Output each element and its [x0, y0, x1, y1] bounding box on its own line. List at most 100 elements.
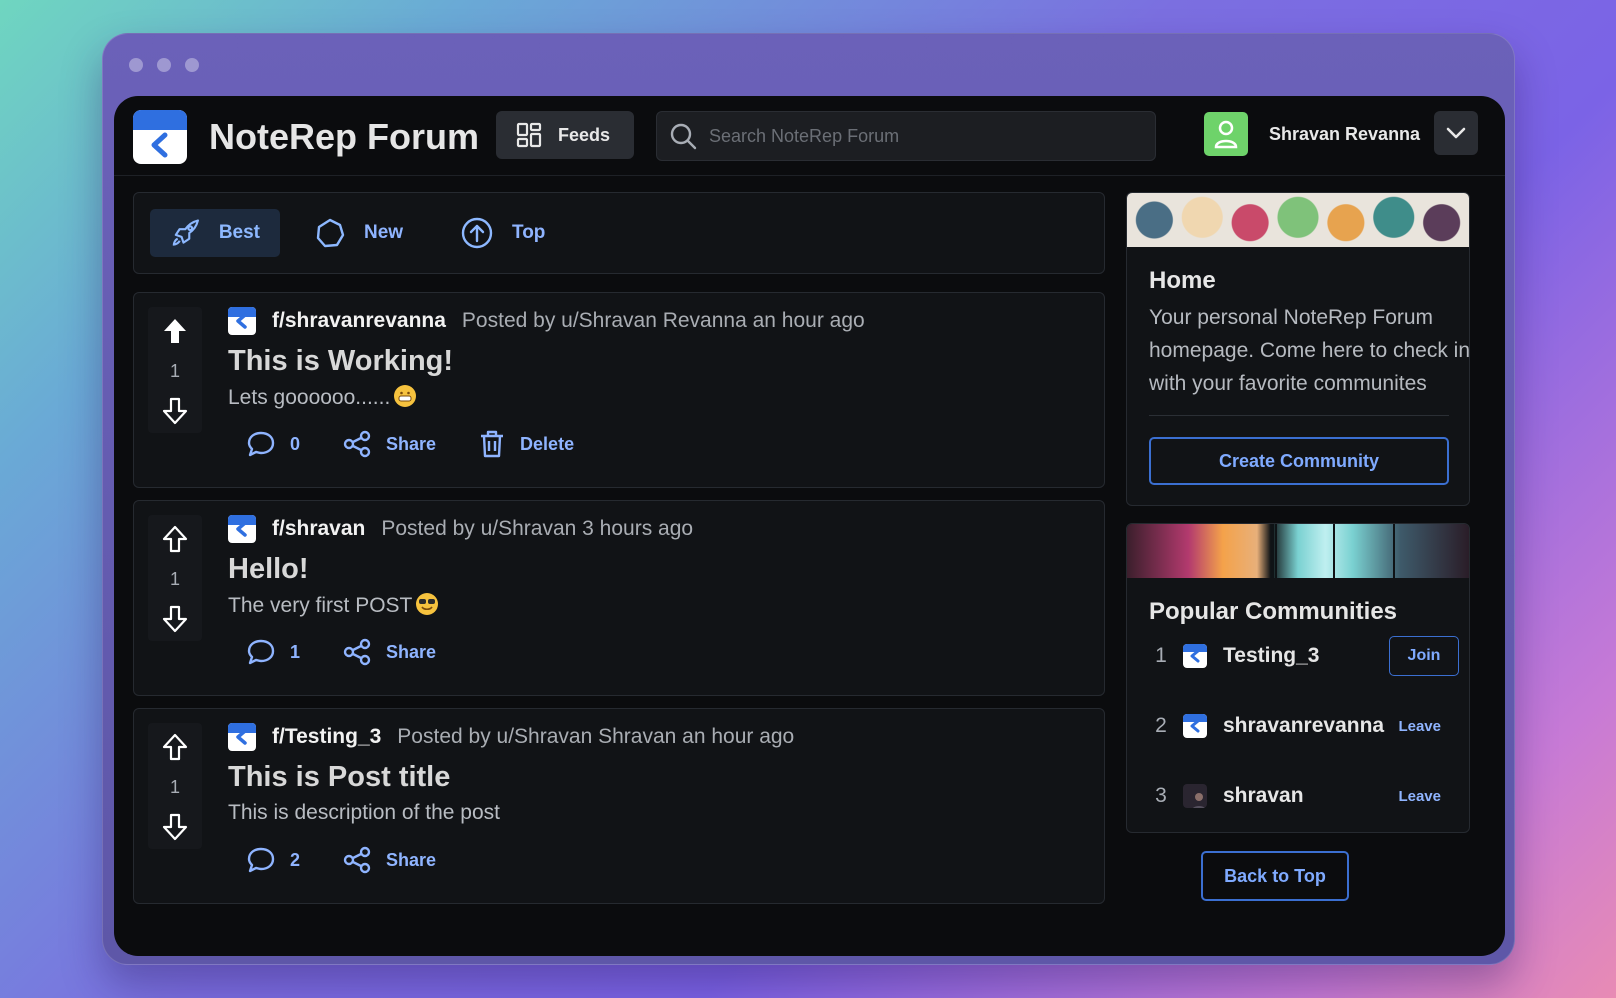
community-name[interactable]: shravanrevanna [1223, 714, 1398, 738]
leave-button[interactable]: Leave [1398, 718, 1441, 735]
feeds-button[interactable]: Feeds [496, 111, 634, 159]
post-card[interactable]: 1 f/shravanrevanna Posted by u/Shravan R… [133, 292, 1105, 488]
post-title[interactable]: Hello! [228, 553, 309, 586]
share-button[interactable]: Share [342, 637, 436, 667]
post-actions: 2 Share [246, 845, 436, 875]
grid-icon [516, 122, 542, 148]
community-name[interactable]: shravan [1223, 784, 1398, 808]
post-body-text: Lets goooooo...... [228, 386, 391, 409]
user-menu-dropdown[interactable] [1434, 111, 1478, 155]
community-link[interactable]: f/shravanrevanna [272, 309, 446, 333]
upvote-filled-icon[interactable] [162, 317, 188, 345]
share-button[interactable]: Share [342, 845, 436, 875]
vote-column: 1 [148, 307, 202, 433]
vote-column: 1 [148, 723, 202, 849]
sort-bar: Best New Top [133, 192, 1105, 274]
comment-icon [247, 639, 275, 665]
community-logo [1183, 644, 1207, 668]
upvote-icon[interactable] [162, 733, 188, 761]
window-controls [129, 58, 199, 72]
search-input[interactable] [709, 125, 1129, 147]
grinning-emoji-icon [394, 385, 417, 407]
arrow-up-circle-icon [461, 217, 493, 249]
post-card[interactable]: 1 f/shravan Posted by u/Shravan 3 hours … [133, 500, 1105, 696]
comment-count: 1 [290, 641, 301, 662]
share-icon [343, 846, 371, 874]
sort-best-label: Best [218, 222, 260, 243]
share-label: Share [386, 433, 437, 454]
comment-icon [247, 431, 275, 457]
share-label: Share [386, 641, 437, 662]
community-name[interactable]: Testing_3 [1223, 644, 1389, 668]
chevron-down-icon [1446, 127, 1466, 139]
comments-button[interactable]: 0 [246, 430, 300, 458]
downvote-icon[interactable] [162, 605, 188, 633]
downvote-icon[interactable] [162, 397, 188, 425]
window-dot[interactable] [157, 58, 171, 72]
community-rank: 1 [1155, 644, 1167, 667]
join-button[interactable]: Join [1389, 636, 1459, 676]
home-title: Home [1149, 267, 1216, 294]
post-body: This is description of the post [228, 801, 500, 824]
user-icon [1214, 120, 1238, 149]
brand-title[interactable]: NoteRep Forum [209, 116, 479, 158]
sort-new-tab[interactable]: New [294, 209, 423, 257]
share-icon [343, 430, 371, 458]
comment-count: 2 [290, 849, 301, 870]
post-actions: 0 Share Delete [246, 429, 574, 459]
vote-column: 1 [148, 515, 202, 641]
post-body: Lets goooooo...... [228, 385, 417, 410]
community-row: 1 Testing_3 Join [1149, 636, 1459, 676]
feeds-label: Feeds [558, 124, 611, 145]
downvote-icon[interactable] [162, 813, 188, 841]
sort-best-tab[interactable]: Best [150, 209, 280, 257]
posted-by: Posted by u/Shravan Revanna an hour ago [461, 309, 865, 332]
username-label[interactable]: Shravan Revanna [1269, 124, 1420, 145]
community-logo [228, 307, 256, 335]
top-header: NoteRep Forum Feeds Shravan Revann [114, 96, 1505, 176]
post-meta: f/shravanrevanna Posted by u/Shravan Rev… [228, 307, 865, 335]
post-body-text: The very first POST [228, 594, 413, 617]
community-row: 2 shravanrevanna Leave [1149, 706, 1459, 746]
upvote-icon[interactable] [162, 525, 188, 553]
leave-button[interactable]: Leave [1398, 788, 1441, 805]
home-description: Your personal NoteRep Forum homepage. Co… [1149, 306, 1470, 395]
community-avatar [1183, 784, 1207, 808]
window-dot[interactable] [185, 58, 199, 72]
sunglasses-emoji-icon [416, 593, 439, 615]
create-community-button[interactable]: Create Community [1149, 437, 1449, 485]
post-meta: f/shravan Posted by u/Shravan 3 hours ag… [228, 515, 693, 543]
noterep-logo[interactable] [133, 110, 187, 164]
divider [1149, 415, 1449, 416]
share-icon [343, 638, 371, 666]
rocket-icon [172, 219, 199, 246]
search-icon [670, 123, 697, 150]
post-title[interactable]: This is Working! [228, 345, 453, 378]
home-banner-image [1127, 193, 1469, 247]
community-logo [1183, 714, 1207, 738]
community-rank: 2 [1155, 714, 1167, 737]
back-to-top-button[interactable]: Back to Top [1201, 851, 1349, 901]
vote-count: 1 [169, 360, 180, 381]
post-card[interactable]: 1 f/Testing_3 Posted by u/Shravan Shrava… [133, 708, 1105, 904]
delete-button[interactable]: Delete [478, 429, 574, 459]
community-rank: 3 [1155, 784, 1167, 807]
community-link[interactable]: f/Testing_3 [272, 725, 381, 749]
post-body: The very first POST [228, 593, 439, 618]
posted-by: Posted by u/Shravan Shravan an hour ago [397, 725, 795, 748]
community-link[interactable]: f/shravan [272, 517, 365, 541]
comments-button[interactable]: 1 [246, 638, 300, 666]
window-dot[interactable] [129, 58, 143, 72]
posted-by: Posted by u/Shravan 3 hours ago [381, 517, 694, 540]
comments-button[interactable]: 2 [246, 846, 300, 874]
sort-top-tab[interactable]: Top [440, 209, 565, 257]
post-title[interactable]: This is Post title [228, 761, 450, 794]
home-card: Home Your personal NoteRep Forum homepag… [1126, 192, 1470, 506]
sort-new-label: New [364, 222, 404, 243]
share-button[interactable]: Share [342, 429, 436, 459]
app-container: NoteRep Forum Feeds Shravan Revann [114, 96, 1505, 956]
popular-banner-image [1127, 524, 1469, 578]
circle-icon [316, 218, 345, 248]
user-avatar[interactable] [1204, 112, 1248, 156]
popular-communities-card: Popular Communities 1 Testing_3 Join 2 s… [1126, 523, 1470, 833]
